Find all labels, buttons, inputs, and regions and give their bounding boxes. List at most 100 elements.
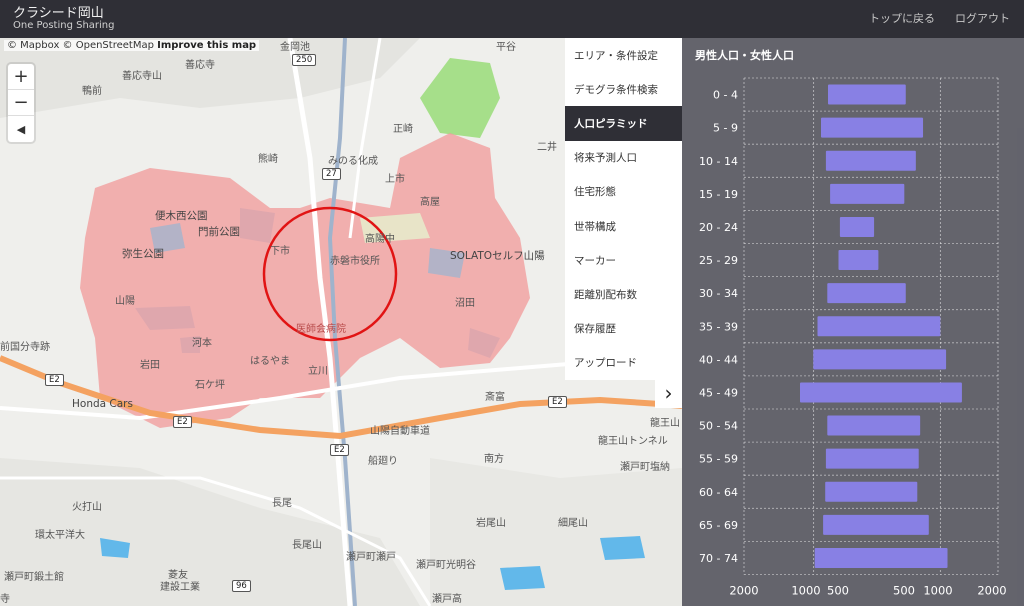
map-label: 平谷 [496,42,516,53]
population-bar [828,84,906,105]
age-label: 25 - 29 [699,254,738,267]
map-label: 河本 [192,338,212,349]
map-label: 龍王山トンネル [598,436,668,447]
app-header: クラシード岡山 One Posting Sharing トップに戻る ログアウト [0,0,1024,38]
population-pyramid-chart: 0 - 4 5 - 9 10 - 14 15 - 19 20 - 24 25 - 29 30… [699,77,1007,598]
map-label: 沼田 [455,298,475,309]
mapbox-credit[interactable]: © Mapbox [7,40,59,51]
map-label: 正崎 [393,124,413,135]
map-label: 細尾山 [558,518,588,529]
map-label: 立川 [308,366,328,377]
side-menu: エリア・条件設定 デモグラ条件検索 人口ピラミッド 将来予測人口 住宅形態 世帯… [565,38,682,380]
age-label: 15 - 19 [699,188,738,201]
map-label: 龍王山 [650,418,680,429]
route-shield: E2 [548,396,567,408]
population-pyramid-panel: 男性人口・女性人口 0 - 45 - 9 10 - 14 15 - 19 20 - 2… [682,38,1024,606]
map-label: 瀬戸町瀬戸 [346,552,396,563]
route-shield: E2 [330,444,349,456]
population-bar [821,117,924,138]
map-label: 斎富 [485,392,505,403]
population-bar [825,150,916,171]
zoom-out-button[interactable]: − [8,90,34,116]
x-tick-label: 1000 [791,584,820,598]
map-label: 岩田 [140,360,160,371]
map-label: 環太平洋大 [35,530,85,541]
population-bar [825,448,919,469]
map-label: みのる化成 [328,156,378,167]
map-label: 善応寺山 [122,71,162,82]
collapse-menu-button[interactable]: › [655,378,682,408]
menu-item-future-population[interactable]: 将来予測人口 [565,141,682,175]
map-label: 瀬戸町光明谷 [416,560,476,571]
population-bar [814,547,948,568]
compass-button[interactable]: ◀ [8,116,34,142]
population-bar [825,481,918,502]
map-label: 瀬戸町塩納 [620,462,670,473]
map-label: はるやま [250,356,290,367]
age-label: 10 - 14 [699,155,738,168]
age-label: 0 - 4 [713,89,738,102]
population-bar [830,183,905,204]
map-label: 長尾 [272,498,292,509]
map-label: 金岡池 [280,42,310,53]
population-bar [827,415,921,436]
map-label: 便木西公園 [155,210,208,222]
map-label: 山陽自動車道 [370,426,430,437]
x-tick-label: 500 [827,584,849,598]
route-shield: E2 [173,416,192,428]
map-label: 熊崎 [258,154,278,165]
map-label: 山陽 [115,296,135,307]
x-tick-label: 2000 [729,584,758,598]
map-label: 船廻り [368,456,398,467]
menu-item-demographic-search[interactable]: デモグラ条件検索 [565,72,682,106]
map-zoom-controls: + − ◀ [8,64,34,142]
map-label: 鴨前 [82,86,102,97]
age-label: 55 - 59 [699,453,738,466]
logout-link[interactable]: ログアウト [955,10,1010,26]
x-tick-label: 500 [893,584,915,598]
map-label: 瀬戸町鍛土館 [4,572,64,583]
menu-item-area-settings[interactable]: エリア・条件設定 [565,38,682,72]
map-label: 高陽中 [365,234,395,245]
population-bar [823,514,929,535]
app-subtitle: One Posting Sharing [13,20,115,31]
improve-map-link[interactable]: Improve this map [157,40,256,51]
age-label: 30 - 34 [699,287,738,300]
menu-item-housing-type[interactable]: 住宅形態 [565,175,682,209]
menu-item-save-history[interactable]: 保存履歴 [565,312,682,346]
route-shield: E2 [45,374,64,386]
map-label: 長尾山 [292,540,322,551]
population-bar [838,250,879,271]
age-label: 20 - 24 [699,221,738,234]
age-label: 65 - 69 [699,519,738,532]
map-attribution: © Mapbox © OpenStreetMap Improve this ma… [4,40,260,51]
back-to-top-link[interactable]: トップに戻る [869,10,935,26]
age-label: 35 - 39 [699,320,738,333]
map-label: SOLATOセルフ山陽 [450,250,545,262]
population-bar [817,316,941,337]
map-label: 二井 [537,142,557,153]
route-shield: 27 [322,168,341,180]
map-label: 石ケ坪 [195,380,225,391]
menu-item-population-pyramid[interactable]: 人口ピラミッド [565,106,682,141]
menu-item-distance-distribution[interactable]: 距離別配布数 [565,277,682,311]
map-label: 医師会病院 [296,324,346,335]
map-label: 赤磐市役所 [330,256,380,267]
menu-item-household[interactable]: 世帯構成 [565,209,682,243]
map-label: 寺 [0,594,10,605]
osm-credit[interactable]: © OpenStreetMap [63,40,154,51]
route-shield: 250 [292,54,317,66]
map-label: 建設工業 [160,582,200,593]
population-bar [827,283,906,304]
menu-item-upload[interactable]: アップロード [565,346,682,380]
map-label: 高屋 [420,197,440,208]
map-label: 門前公園 [198,226,240,238]
map-label: 下市 [270,246,290,257]
map-label: 前国分寺跡 [0,342,50,353]
map-label: 岩尾山 [476,518,506,529]
population-bar [800,382,962,403]
age-label: 5 - 9 [713,122,738,135]
zoom-in-button[interactable]: + [8,64,34,90]
menu-item-marker[interactable]: マーカー [565,243,682,277]
map-label: 瀬戸高 [432,594,462,605]
